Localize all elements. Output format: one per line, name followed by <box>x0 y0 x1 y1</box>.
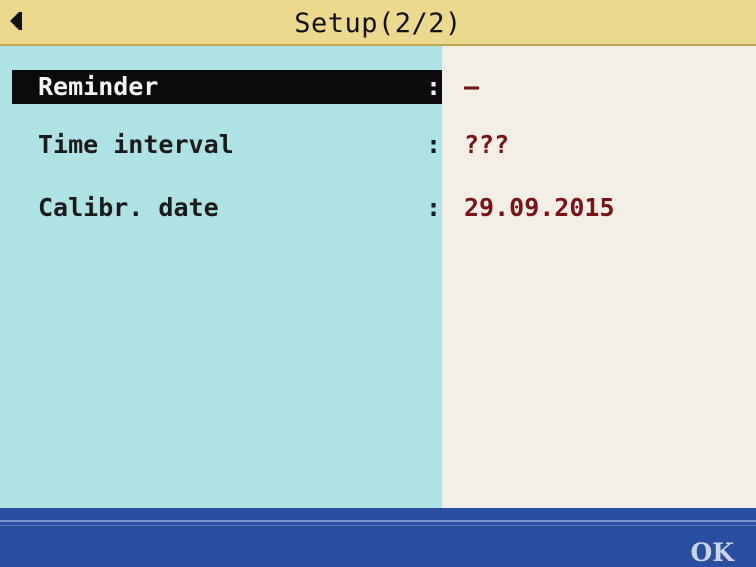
setting-value-calibration-date[interactable]: 29.09.2015 <box>464 191 615 225</box>
title-bar: Setup(2/2) <box>0 0 756 46</box>
softkey-bar: OK <box>0 508 756 567</box>
value-column <box>442 46 756 508</box>
label-column <box>0 46 442 508</box>
setting-label-reminder: Reminder <box>38 72 159 101</box>
setting-separator: : <box>426 193 442 222</box>
setting-row-reminder[interactable]: Reminder : – <box>0 70 756 104</box>
ok-softkey[interactable]: OK <box>690 538 734 567</box>
setting-separator: : <box>426 72 442 101</box>
setting-label-time-interval: Time interval <box>38 130 234 159</box>
page-title: Setup(2/2) <box>294 8 462 39</box>
setting-row-time-interval[interactable]: Time interval : ??? <box>0 128 756 162</box>
setting-value-reminder[interactable]: – <box>464 70 479 104</box>
setting-row-calibration-date[interactable]: Calibr. date : 29.09.2015 <box>0 191 756 225</box>
setting-separator: : <box>426 130 442 159</box>
softkey-divider <box>0 520 756 522</box>
setting-label-calibration-date: Calibr. date <box>38 193 219 222</box>
softkey-divider <box>0 525 756 526</box>
setting-value-time-interval[interactable]: ??? <box>464 128 509 162</box>
